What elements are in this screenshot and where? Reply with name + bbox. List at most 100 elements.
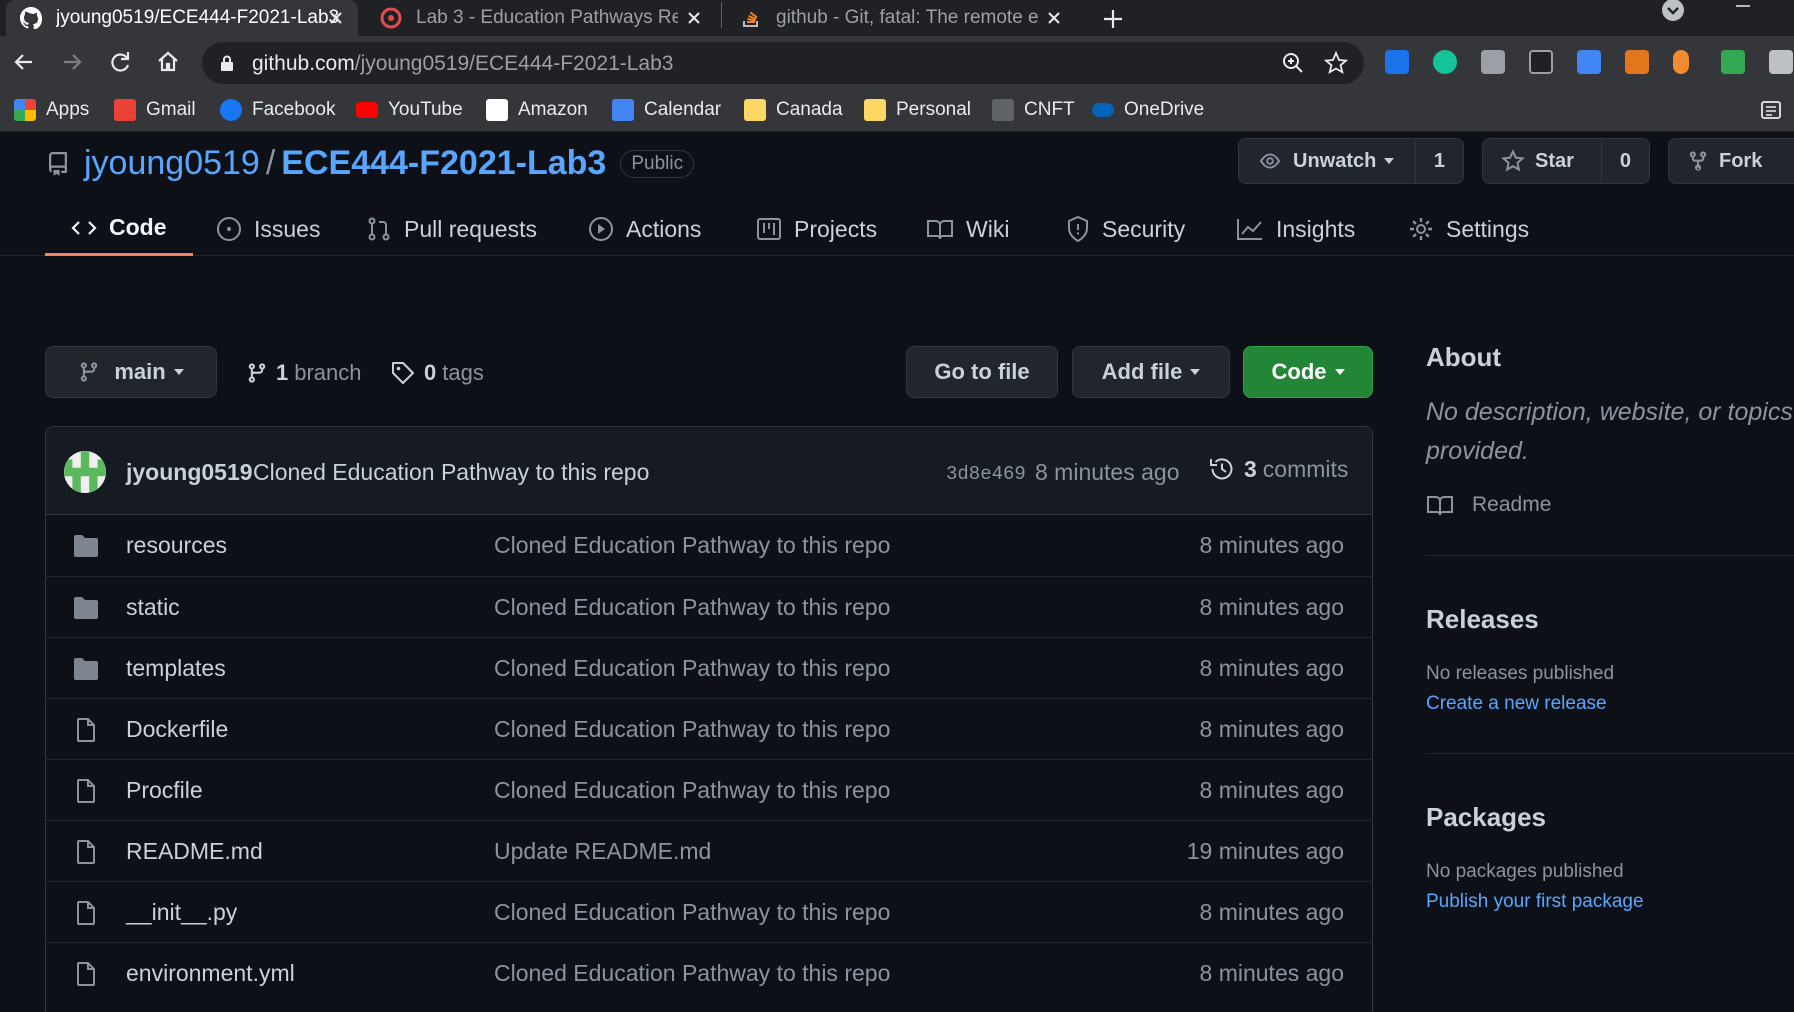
tab-code[interactable]: Code (45, 202, 193, 256)
tab-actions[interactable]: Actions (562, 202, 727, 256)
readme-link[interactable]: Readme (1426, 493, 1794, 517)
repo-name-link[interactable]: ECE444-F2021-Lab3 (281, 144, 606, 183)
commits-history-link[interactable]: 3 commits (1208, 455, 1348, 483)
tab-issues[interactable]: Issues (190, 202, 346, 256)
metamask-icon[interactable] (1625, 50, 1649, 74)
table-row[interactable]: environment.yml Cloned Education Pathway … (46, 942, 1372, 1003)
extension-drop-icon[interactable] (1673, 50, 1689, 74)
table-row[interactable]: README.md Update README.md 19 minutes ago (46, 820, 1372, 881)
table-row[interactable]: Dockerfile Cloned Education Pathway to th… (46, 698, 1372, 759)
extensions-icon[interactable] (1769, 50, 1793, 74)
bookmark-facebook[interactable]: Facebook (220, 98, 335, 122)
address-bar[interactable]: github.com/jyoung0519/ECE444-F2021-Lab3 (202, 42, 1364, 84)
tab-insights[interactable]: Insights (1210, 202, 1381, 256)
branch-selector[interactable]: main (45, 346, 217, 398)
home-icon[interactable] (154, 48, 182, 76)
bookmark-gmail[interactable]: Gmail (114, 98, 196, 122)
packages-heading[interactable]: Packages (1426, 802, 1794, 833)
file-commit-message-link[interactable]: Cloned Education Pathway to this repo (494, 960, 890, 987)
extension-n-icon[interactable] (1721, 50, 1745, 74)
tab-repo[interactable]: jyoung0519/ECE444-F2021-Lab3 (6, 0, 358, 36)
extension-puzzle-icon[interactable] (1481, 50, 1505, 74)
zoom-icon[interactable] (1282, 52, 1304, 74)
repo-icon (48, 151, 67, 176)
commit-message-link[interactable]: Cloned Education Pathway to this repo (253, 459, 649, 486)
table-row[interactable]: static Cloned Education Pathway to this r… (46, 576, 1372, 637)
watch-count[interactable]: 1 (1414, 139, 1463, 183)
table-row[interactable]: templates Cloned Education Pathway to thi… (46, 637, 1372, 698)
bookmark-youtube[interactable]: YouTube (356, 98, 463, 122)
grammarly-icon[interactable] (1433, 50, 1457, 74)
tab-title: github - Git, fatal: The remote en (776, 7, 1038, 28)
reload-icon[interactable] (106, 48, 134, 76)
bookmark-amazon[interactable]: Amazon (486, 98, 588, 122)
table-row[interactable]: Procfile Cloned Education Pathway to this… (46, 759, 1372, 820)
branch-count-link[interactable]: 1 branch (246, 360, 362, 386)
tab-pull-requests[interactable]: Pull requests (340, 202, 563, 256)
file-commit-message-link[interactable]: Cloned Education Pathway to this repo (494, 655, 890, 682)
commit-sha-link[interactable]: 3d8e469 (946, 463, 1026, 485)
tab-security[interactable]: Security (1040, 202, 1211, 256)
table-row[interactable]: __init__.py Cloned Education Pathway to t… (46, 881, 1372, 942)
table-row[interactable]: resources Cloned Education Pathway to thi… (46, 515, 1372, 576)
code-button[interactable]: Code (1243, 346, 1373, 398)
close-icon[interactable] (326, 8, 346, 28)
file-name-link[interactable]: __init__.py (126, 899, 237, 926)
extension-window-icon[interactable] (1529, 50, 1553, 74)
extension-calendar-icon[interactable] (1577, 50, 1601, 74)
file-commit-message-link[interactable]: Cloned Education Pathway to this repo (494, 532, 890, 559)
file-name-link[interactable]: Procfile (126, 777, 203, 804)
publish-package-link[interactable]: Publish your first package (1426, 891, 1794, 913)
file-name-link[interactable]: environment.yml (126, 960, 295, 987)
close-icon[interactable] (684, 8, 704, 28)
create-release-link[interactable]: Create a new release (1426, 693, 1794, 715)
star-bookmark-icon[interactable] (1324, 51, 1348, 75)
tab-stackoverflow[interactable]: github - Git, fatal: The remote en (726, 0, 1076, 36)
forward-icon[interactable] (58, 48, 86, 76)
bookmark-folder-canada[interactable]: Canada (744, 98, 843, 122)
close-icon[interactable] (1044, 8, 1064, 28)
file-commit-message-link[interactable]: Cloned Education Pathway to this repo (494, 899, 890, 926)
file-name-link[interactable]: static (126, 594, 180, 621)
project-icon (757, 218, 781, 240)
star-count[interactable]: 0 (1600, 139, 1649, 183)
bookmark-calendar[interactable]: Calendar (612, 98, 721, 122)
tab-lab3[interactable]: Lab 3 - Education Pathways Repo (366, 0, 716, 36)
new-tab-icon[interactable] (1100, 6, 1126, 32)
minimize-icon[interactable] (1732, 0, 1754, 12)
fork-icon (1689, 151, 1707, 171)
file-commit-message-link[interactable]: Update README.md (494, 838, 711, 865)
lock-icon[interactable] (220, 55, 234, 71)
commit-author-link[interactable]: jyoung0519 (126, 459, 253, 486)
go-to-file-button[interactable]: Go to file (906, 346, 1058, 398)
fork-button[interactable]: Fork (1668, 138, 1794, 184)
bookmark-onedrive[interactable]: OneDrive (1092, 98, 1204, 122)
tab-wiki[interactable]: Wiki (900, 202, 1035, 256)
file-name-link[interactable]: resources (126, 532, 227, 559)
add-file-button[interactable]: Add file (1072, 346, 1230, 398)
avatar[interactable] (64, 451, 106, 493)
file-commit-message-link[interactable]: Cloned Education Pathway to this repo (494, 594, 890, 621)
file-name-link[interactable]: templates (126, 655, 226, 682)
file-commit-time: 8 minutes ago (1199, 716, 1344, 742)
file-name-link[interactable]: Dockerfile (126, 716, 228, 743)
releases-heading[interactable]: Releases (1426, 604, 1794, 635)
repo-owner-link[interactable]: jyoung0519 (84, 144, 260, 183)
bookmark-folder-personal[interactable]: Personal (864, 98, 971, 122)
watch-button[interactable]: Unwatch 1 (1238, 138, 1464, 184)
tab-settings[interactable]: Settings (1382, 202, 1555, 256)
bookmark-apps[interactable]: Apps (14, 98, 89, 122)
file-commit-message-link[interactable]: Cloned Education Pathway to this repo (494, 716, 890, 743)
tab-projects[interactable]: Projects (730, 202, 903, 256)
github-icon (20, 7, 42, 29)
tab-search-icon[interactable] (1660, 0, 1686, 26)
star-button[interactable]: Star 0 (1482, 138, 1650, 184)
tags-link[interactable]: 0 tags (390, 360, 484, 386)
file-commit-message-link[interactable]: Cloned Education Pathway to this repo (494, 777, 890, 804)
bookmark-cnft[interactable]: CNFT (992, 98, 1075, 122)
reading-list-icon[interactable] (1760, 99, 1782, 121)
back-icon[interactable] (10, 48, 38, 76)
extension-translate-icon[interactable] (1385, 50, 1409, 74)
about-description-line: No description, website, or topics (1426, 398, 1793, 426)
file-name-link[interactable]: README.md (126, 838, 263, 865)
